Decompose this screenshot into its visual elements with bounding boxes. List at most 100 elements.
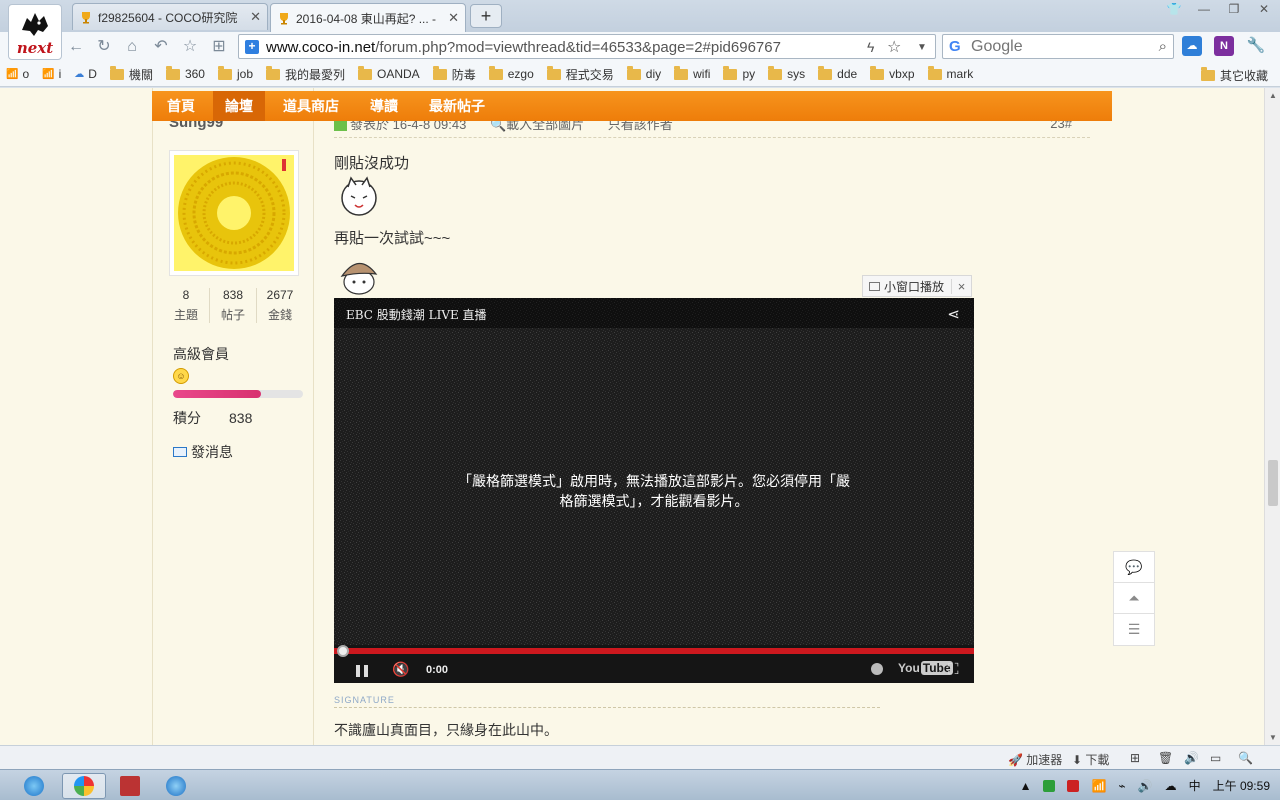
reply-comment-icon[interactable]: 💬 [1114,552,1154,583]
bookmark-folder[interactable]: dde [818,65,857,81]
video-scrubber[interactable] [337,645,349,657]
mini-player-button[interactable]: 小窗口播放 [863,278,951,295]
bookmark-star-icon[interactable]: ☆ [887,37,901,57]
favorite-star-icon[interactable]: ☆ [180,37,200,57]
stat-posts[interactable]: 838 帖子 [209,288,256,323]
cloud-icon[interactable]: ☁ [1165,779,1177,793]
undo-close-icon[interactable]: ↶ [151,37,171,57]
bookmark-item[interactable]: 📶 o [6,67,29,81]
bookmark-folder[interactable]: py [723,65,755,81]
bookmark-folder[interactable]: 防毒 [432,65,476,83]
sound-icon[interactable]: 🔊 [1184,751,1199,765]
member-rank[interactable]: 高級會員 [173,344,229,364]
mini-player-close-icon[interactable]: × [951,278,971,294]
bookmark-folder[interactable]: diy [626,65,661,81]
ime-indicator[interactable]: 中 [1189,777,1201,794]
speed-mode-icon[interactable]: ϟ [867,39,874,55]
nav-forum[interactable]: 論壇 [213,91,265,121]
mute-icon[interactable]: 🔇 [392,661,409,678]
network-icon[interactable]: 📶 [1091,779,1106,793]
youtube-logo[interactable]: You Tube [898,661,953,675]
bookmark-item[interactable]: ☁ D [74,67,97,81]
share-icon[interactable]: ⋖ [947,305,960,323]
bookmark-folder[interactable]: mark [927,65,973,81]
cloud-sync-icon[interactable]: ☁ [1182,36,1202,56]
trash-icon[interactable]: 🗑 [1158,751,1173,765]
nav-guide[interactable]: 導讀 [370,91,398,121]
video-progress-bar[interactable] [334,648,974,654]
tools-wrench-icon[interactable]: 🔧 [1246,36,1266,56]
search-box[interactable]: G ⌕ [942,34,1174,59]
browser-logo[interactable]: next [8,4,62,60]
usb-icon[interactable]: ⌁ [1118,779,1125,793]
post-text: 再貼一次試試~~~ [334,230,451,247]
address-bar[interactable]: + www.coco-in.net/forum.php?mod=viewthre… [238,34,936,59]
windows-taskbar: ▲ 📶 ⌁ 🔊 ☁ 中 上午 09:59 [0,769,1280,800]
page-scrollbar[interactable]: ▲ ▼ [1264,88,1280,745]
bookmark-folder[interactable]: wifi [674,65,710,81]
pause-icon[interactable] [356,665,368,677]
tab-1-close-icon[interactable]: ✕ [250,9,261,25]
app-taskbar-button[interactable] [108,773,152,799]
send-message-link[interactable]: 發消息 [173,442,233,462]
new-tab-button[interactable]: + [470,4,502,28]
bookmark-folder[interactable]: job [217,65,253,81]
search-icon[interactable]: ⌕ [1159,38,1167,55]
nav-home[interactable]: 首頁 [167,91,195,121]
skin-icon[interactable]: 👕 [1166,2,1182,16]
bookmark-folder[interactable]: ezgo [488,65,534,81]
dropdown-icon[interactable]: ▼ [917,42,927,53]
watch-later-icon[interactable] [871,663,883,675]
screen-icon[interactable]: ▭ [1210,751,1221,765]
bookmark-folder[interactable]: 機關 [109,65,153,83]
onenote-icon[interactable]: N [1214,36,1234,56]
other-bookmarks[interactable]: 其它收藏 [1200,67,1268,84]
back-icon[interactable]: ← [66,37,86,57]
bookmark-folder[interactable]: vbxp [870,65,915,81]
bookmark-folder[interactable]: 程式交易 [546,65,614,83]
search-input[interactable] [971,38,1141,56]
restore-icon[interactable]: ❐ [1226,2,1242,16]
stat-money[interactable]: 2677 金錢 [256,288,303,323]
bookmark-folder[interactable]: 360 [165,65,205,81]
accelerator-button[interactable]: 🚀 加速器 [1008,751,1062,768]
bookmark-item[interactable]: 📶 i [42,67,61,81]
tab-2-close-icon[interactable]: ✕ [448,10,459,26]
tab-2[interactable]: 2016-04-08 東山再起? ... - ✕ [270,3,466,32]
list-view-icon[interactable]: ☰ [1114,614,1154,645]
ie-taskbar-button[interactable] [12,773,56,799]
close-window-icon[interactable]: ✕ [1256,2,1272,16]
bookmark-folder[interactable]: OANDA [358,65,420,81]
new-window-icon[interactable]: ⊞ [1130,751,1140,765]
fullscreen-icon[interactable]: ⛶ [948,661,959,678]
back-to-top-icon[interactable]: ⏶ [1114,583,1154,614]
home-icon[interactable]: ⌂ [122,37,142,57]
address-url[interactable]: www.coco-in.net/forum.php?mod=viewthread… [266,39,781,56]
tray-app-icon[interactable] [1067,779,1080,792]
video-player[interactable]: EBC 股動錢潮 LIVE 直播 ⋖ 「嚴格篩選模式」啟用時，無法播放這部影片。… [334,298,974,683]
scroll-down-icon[interactable]: ▼ [1269,733,1277,742]
scroll-up-icon[interactable]: ▲ [1269,91,1277,100]
download-button[interactable]: ⬇ 下載 [1072,751,1109,768]
video-title[interactable]: EBC 股動錢潮 LIVE 直播 [346,306,487,323]
bookmark-folder[interactable]: sys [768,65,805,81]
zoom-icon[interactable]: 🔍 [1238,751,1253,765]
bookmarks-bar: 📶 o 📶 i ☁ D 機關 360 job 我的最愛列 OANDA 防毒 ezgo … [0,62,1280,87]
avatar[interactable] [169,150,299,276]
clock[interactable]: 上午 09:59 [1213,777,1270,794]
browser-taskbar-button[interactable] [62,773,106,799]
show-hidden-icon[interactable]: ▲ [1020,779,1032,793]
tray-app-icon[interactable] [1043,779,1056,792]
nav-latest[interactable]: 最新帖子 [429,91,485,121]
stat-threads[interactable]: 8 主題 [163,288,209,323]
bookmark-folder[interactable]: 我的最愛列 [266,65,345,83]
ie-taskbar-button[interactable] [154,773,198,799]
smiley-icon: ☺ [173,368,189,384]
refresh-icon[interactable]: ↻ [94,37,114,57]
minimize-icon[interactable]: — [1196,2,1212,16]
tab-1[interactable]: f29825604 - COCO研究院 ✕ [72,3,268,30]
scrollbar-thumb[interactable] [1268,460,1278,506]
apps-grid-icon[interactable]: ⊞ [209,37,229,57]
volume-icon[interactable]: 🔊 [1138,779,1153,793]
nav-shop[interactable]: 道具商店 [283,91,339,121]
